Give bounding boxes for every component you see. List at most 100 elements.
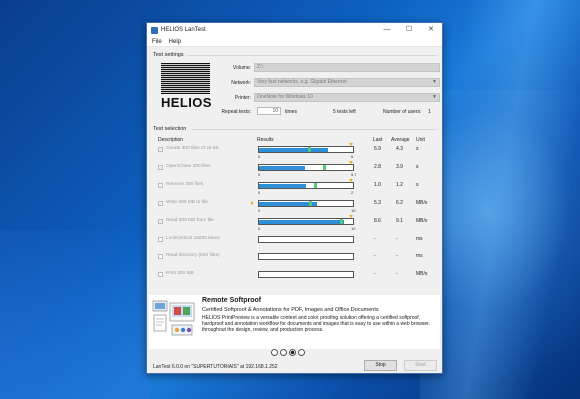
repeat-spinner[interactable]: 10 [257,107,281,115]
pager-dot[interactable] [289,349,296,356]
test-row: ✓ Open/Close 300 files 0 5.7 2.8 3.9 s [147,160,444,178]
status-text: LanTest 6.0.0 on "SUPERTUTORIAIS" at 192… [153,364,278,370]
chevron-down-icon: ▼ [432,94,437,100]
users-label: Number of users: [383,109,422,115]
network-select[interactable]: Very fast networks, e.g. Gigabit Etherne… [254,78,440,87]
test-checkbox[interactable]: ✓ [158,182,163,188]
average-marker [313,182,317,188]
test-row: ✓ Remove 300 files 0 2 1.0 1.2 s [147,178,444,196]
lantest-window: HELIOS LanTest — ☐ ✕ File Help Test sett… [146,22,443,374]
value-avg: - [396,253,398,260]
volume-field[interactable]: Z:\ [254,63,440,72]
menu-file[interactable]: File [152,39,162,45]
value-avg: 4.3 [396,146,403,152]
test-label: Read directory (640 files) [166,253,220,259]
softproof-illustration [152,299,196,337]
scale-max: 5.7 [351,171,357,177]
maximize-icon[interactable]: ☐ [398,23,420,37]
average-marker [339,218,343,224]
menu-help[interactable]: Help [169,39,181,45]
value-last: 8.6 [374,217,381,224]
scale-min: 0 [258,154,261,159]
result-fill [259,219,344,224]
test-settings-title: Test settings [153,52,184,58]
test-label: Print 300 MB [166,271,194,277]
test-checkbox[interactable]: ✓ [158,164,163,170]
result-bar [258,253,354,261]
promo-panel[interactable]: Remote Softproof Certified Softproof & A… [149,295,440,349]
promo-pager [271,349,305,356]
target-marker [349,178,354,182]
test-checkbox[interactable]: ✓ [158,147,163,152]
scale-min: 0 [258,207,261,213]
value-avg: 6.2 [396,199,403,206]
average-marker [307,147,311,152]
test-label: Remove 300 files [166,181,204,187]
network-label: Network: [231,80,251,86]
repeat-label: Repeat tests: [221,109,251,115]
test-checkbox[interactable]: ✓ [158,218,163,224]
test-checkbox[interactable] [158,254,163,260]
pager-dot[interactable] [298,349,305,356]
menu-bar: File Help [147,37,442,47]
test-checkbox[interactable]: ✓ [158,200,163,206]
test-row: Print 300 MB - - MB/s [147,268,444,285]
scale-max: 10 [351,207,356,213]
test-label: Lock/Unlock 16000 times [166,235,220,241]
value-last: - [374,271,376,278]
test-label: Open/Close 300 files [166,163,211,169]
close-icon[interactable]: ✕ [420,23,442,37]
test-checkbox[interactable] [158,272,163,278]
test-row: ✓ Write 300 MB to file 0 10 5.3 6.2 MB/s [147,197,444,214]
promo-subtitle: Certified Softproof & Annotations for PD… [202,307,379,313]
result-bar [258,163,354,171]
value-avg: - [396,271,398,278]
value-avg: - [396,235,398,242]
scale-min: 0 [258,189,261,195]
target-marker [349,160,354,164]
value-unit: MB/s [416,199,428,206]
printer-select[interactable]: OneNote for Windows 10 ▼ [254,93,440,102]
value-unit: ms [416,235,423,242]
test-label: Create 300 files of 20 kB [166,146,219,151]
result-fill [259,148,328,152]
value-unit: s [416,163,419,170]
title-bar[interactable]: HELIOS LanTest — ☐ ✕ [147,23,442,37]
start-button[interactable]: Start [404,360,437,371]
test-checkbox[interactable] [158,236,163,242]
value-last: 5.9 [374,146,381,152]
pager-dot[interactable] [280,349,287,356]
value-avg: 9.1 [396,217,403,224]
target-marker [349,214,354,218]
average-marker [308,200,312,206]
chevron-down-icon: ▼ [432,79,437,85]
users-value: 1 [428,109,431,115]
promo-body: HELIOS PrintPreview is a versatile conte… [202,315,430,333]
value-last: 5.3 [374,199,381,206]
scale-min: 0 [258,225,261,231]
target-marker [251,200,254,205]
value-last: - [374,253,376,260]
app-icon [151,26,158,34]
scale-max: 10 [351,225,356,231]
printer-label: Printer: [234,95,251,101]
scale-max: 2 [351,189,354,195]
test-label: Write 300 MB to file [166,199,208,205]
scale-max: 6 [351,154,354,159]
logo-text: HELIOS [161,95,212,110]
window-title: HELIOS LanTest [161,27,206,33]
test-selection-title: Test selection [153,126,187,132]
test-row: ✓ Create 300 files of 20 kB 0 6 5.9 4.3 s [147,143,444,160]
value-unit: MB/s [416,217,428,224]
pager-dot[interactable] [271,349,278,356]
tests-left: 5 tests left [333,109,356,115]
value-unit: MB/s [416,271,428,278]
result-bar [258,235,354,243]
value-unit: ms [416,253,423,260]
minimize-icon[interactable]: — [376,23,398,37]
volume-label: Volume: [232,65,251,71]
result-fill [259,183,306,188]
test-row: ✓ Read 300 MB from file 0 10 8.6 9.1 MB/s [147,214,444,232]
value-last: 2.8 [374,163,381,170]
stop-button[interactable]: Stop [364,360,397,371]
